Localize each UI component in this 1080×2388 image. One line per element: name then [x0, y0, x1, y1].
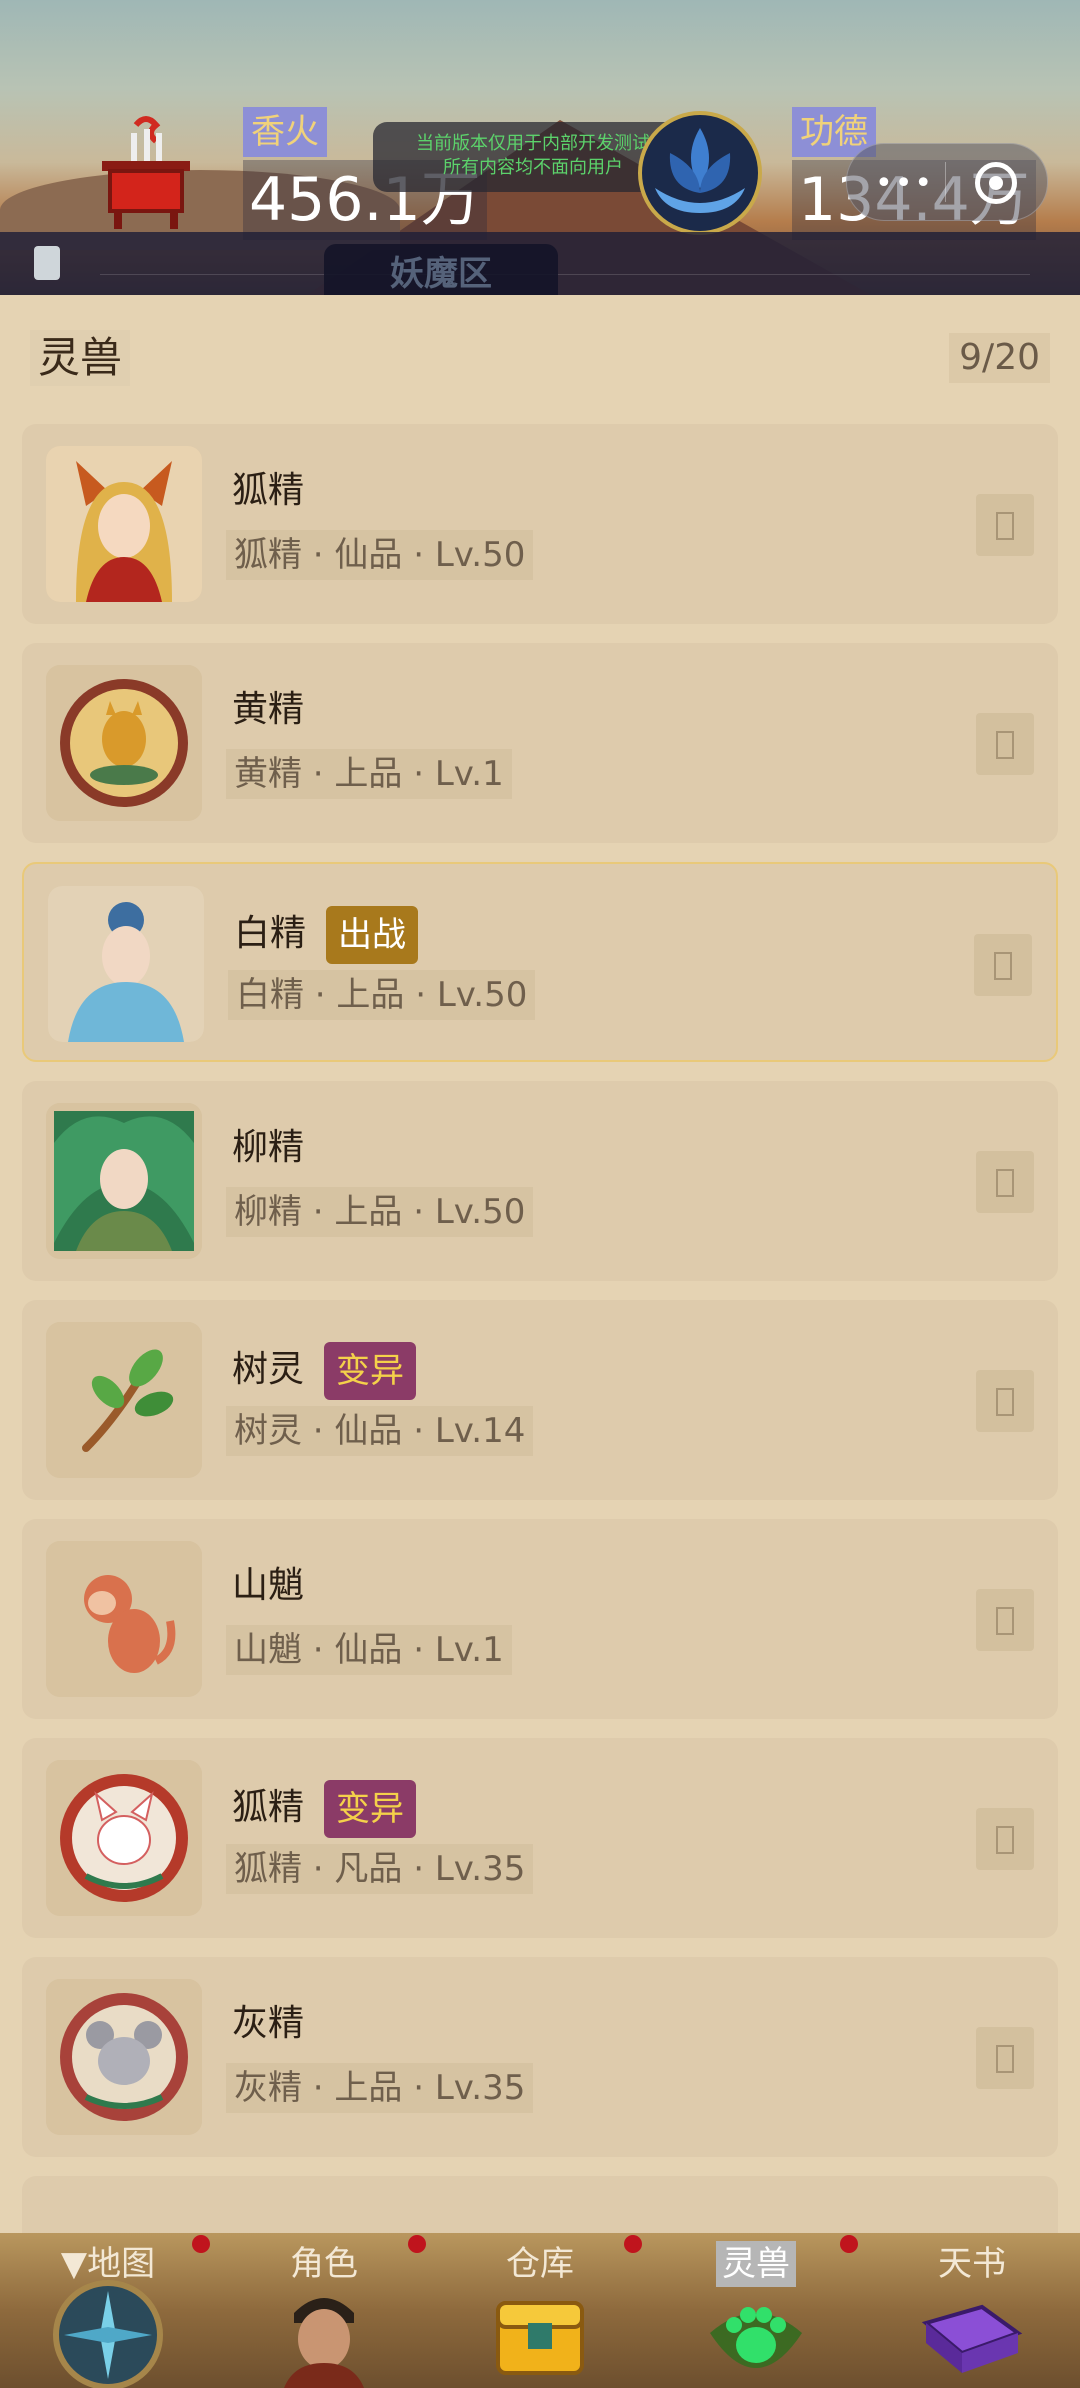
- bottom-nav: ▼地图 角色 仓库 灵兽 天书: [0, 2233, 1080, 2388]
- beast-card[interactable]: 灰精 灰精 · 上品 · Lv.35: [22, 1957, 1058, 2157]
- beast-card-active[interactable]: 白精 出战 白精 · 上品 · Lv.50: [22, 862, 1058, 1062]
- compass-icon: [53, 2280, 163, 2388]
- nav-map[interactable]: ▼地图: [0, 2233, 216, 2388]
- beast-name-text: 树灵: [232, 1349, 305, 1390]
- beast-count: 9/20: [949, 333, 1050, 383]
- beast-name-text: 狐精: [232, 470, 305, 511]
- nav-label-book: 天书: [938, 2244, 1006, 2284]
- beast-meta: 狐精 · 凡品 · Lv.35: [226, 1844, 534, 1894]
- miniprogram-capsule[interactable]: •••: [846, 143, 1048, 221]
- grey-rat-avatar: [46, 1979, 202, 2135]
- beast-name-text: 山魈: [232, 1565, 305, 1606]
- beast-name: 树灵 变异: [232, 1342, 417, 1400]
- notification-dot: [408, 2235, 426, 2253]
- monkey-spirit-avatar: [46, 1541, 202, 1697]
- nav-label-map: ▼地图: [60, 2244, 156, 2284]
- beast-name-text: 白精: [234, 913, 307, 954]
- beast-card[interactable]: 树灵 变异 树灵 · 仙品 · Lv.14: [22, 1300, 1058, 1500]
- beast-meta: 黄精 · 上品 · Lv.1: [226, 749, 512, 799]
- beast-name-text: 灰精: [232, 2003, 305, 2044]
- beast-action-button[interactable]: [976, 1808, 1034, 1870]
- beast-action-button[interactable]: [976, 2027, 1034, 2089]
- notification-dot: [192, 2235, 210, 2253]
- beast-action-button[interactable]: [974, 934, 1032, 996]
- scroll-icon[interactable]: [34, 246, 60, 280]
- incense-burner-icon: [102, 116, 190, 229]
- beast-name: 灰精: [232, 1999, 304, 2049]
- top-header: 香火 456.1万 当前版本仅用于内部开发测试 所有内容均不面向用户 功德 13…: [0, 0, 1080, 295]
- mutant-tag: 变异: [324, 1342, 417, 1400]
- notification-dot: [624, 2235, 642, 2253]
- beast-name-text: 狐精: [232, 1787, 305, 1828]
- warrior-portrait-icon: [284, 2298, 364, 2388]
- beast-name: 柳精: [232, 1123, 304, 1173]
- nav-label-beast: 灵兽: [716, 2241, 796, 2287]
- beast-name-text: 柳精: [232, 1127, 305, 1168]
- area-tab[interactable]: 妖魔区: [324, 244, 558, 295]
- beast-name-text: 黄精: [232, 689, 305, 730]
- beast-name: 山魈: [232, 1561, 304, 1611]
- beast-action-button[interactable]: [976, 1589, 1034, 1651]
- beast-name: 白精 出战: [234, 906, 419, 964]
- beast-name: 狐精 变异: [232, 1780, 417, 1838]
- book-icon: [921, 2304, 1023, 2373]
- paw-icon: [710, 2307, 802, 2368]
- beast-meta: 白精 · 上品 · Lv.50: [228, 970, 536, 1020]
- section-title: 灵兽: [30, 330, 131, 386]
- willow-spirit-avatar: [46, 1103, 202, 1259]
- close-target-icon[interactable]: [975, 162, 1017, 204]
- more-menu-button[interactable]: •••: [875, 166, 934, 201]
- beast-meta: 山魈 · 仙品 · Lv.1: [226, 1625, 512, 1675]
- mutant-tag: 变异: [324, 1780, 417, 1838]
- battle-tag: 出战: [326, 906, 419, 964]
- beast-card[interactable]: 狐精 变异 狐精 · 凡品 · Lv.35: [22, 1738, 1058, 1938]
- nav-label-storage: 仓库: [506, 2244, 574, 2284]
- fox-spirit-avatar: [46, 446, 202, 602]
- beast-name: 黄精: [232, 685, 304, 735]
- capsule-divider: [945, 162, 946, 202]
- nav-book[interactable]: 天书: [864, 2233, 1080, 2388]
- lotus-icon: [638, 111, 762, 235]
- beast-card[interactable]: 黄精 黄精 · 上品 · Lv.1: [22, 643, 1058, 843]
- white-spirit-avatar: [48, 886, 204, 1042]
- nav-role[interactable]: 角色: [216, 2233, 432, 2388]
- treasure-chest-icon: [496, 2301, 584, 2375]
- beast-action-button[interactable]: [976, 1370, 1034, 1432]
- beast-card[interactable]: 柳精 柳精 · 上品 · Lv.50: [22, 1081, 1058, 1281]
- beast-meta: 柳精 · 上品 · Lv.50: [226, 1187, 534, 1237]
- beast-meta: 树灵 · 仙品 · Lv.14: [226, 1406, 534, 1456]
- area-divider: [100, 252, 1030, 275]
- nav-storage[interactable]: 仓库: [432, 2233, 648, 2388]
- beast-card[interactable]: 山魈 山魈 · 仙品 · Lv.1: [22, 1519, 1058, 1719]
- beast-action-button[interactable]: [976, 713, 1034, 775]
- nav-label-role: 角色: [290, 2244, 358, 2284]
- yellow-spirit-avatar: [46, 665, 202, 821]
- beast-meta: 狐精 · 仙品 · Lv.50: [226, 530, 534, 580]
- notification-dot: [840, 2235, 858, 2253]
- nav-beast-active[interactable]: 灵兽: [648, 2233, 864, 2388]
- white-fox-avatar: [46, 1760, 202, 1916]
- beast-name: 狐精: [232, 466, 304, 516]
- incense-label: 香火: [243, 107, 327, 157]
- beast-action-button[interactable]: [976, 1151, 1034, 1213]
- beast-card[interactable]: 狐精 狐精 · 仙品 · Lv.50: [22, 424, 1058, 624]
- tree-spirit-avatar: [46, 1322, 202, 1478]
- beast-meta: 灰精 · 上品 · Lv.35: [226, 2063, 534, 2113]
- beast-action-button[interactable]: [976, 494, 1034, 556]
